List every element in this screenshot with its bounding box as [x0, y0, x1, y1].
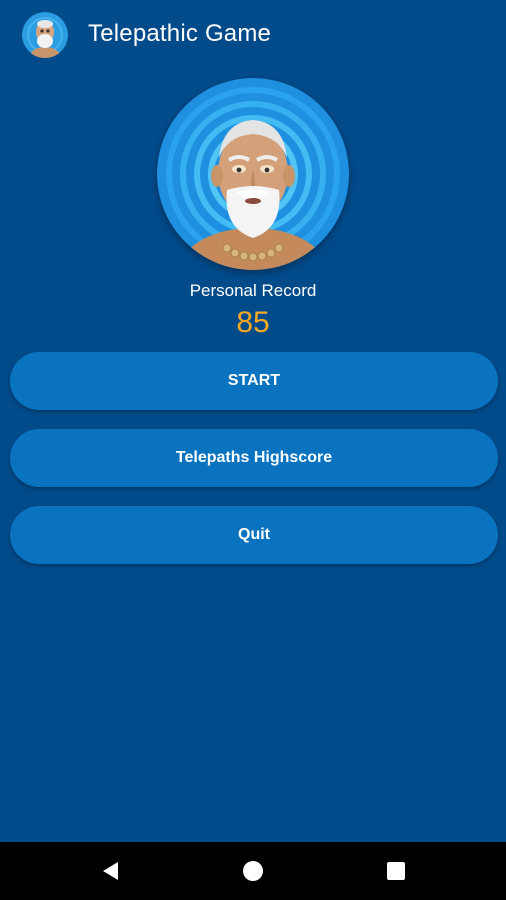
system-navigation-bar — [0, 842, 506, 900]
start-button[interactable]: START — [10, 352, 498, 410]
app-bar: Telepathic Game — [0, 0, 506, 72]
quit-button[interactable]: Quit — [10, 506, 498, 564]
back-triangle-icon[interactable] — [80, 842, 140, 900]
hero-portrait — [157, 78, 349, 270]
home-circle-icon[interactable] — [223, 842, 283, 900]
recents-square-icon[interactable] — [366, 842, 426, 900]
app-title: Telepathic Game — [88, 20, 272, 47]
telepaths-highscore-button[interactable]: Telepaths Highscore — [10, 429, 498, 487]
old-man-avatar-icon — [22, 12, 68, 58]
personal-record-value: 85 — [236, 306, 270, 339]
personal-record-label: Personal Record — [189, 281, 317, 300]
